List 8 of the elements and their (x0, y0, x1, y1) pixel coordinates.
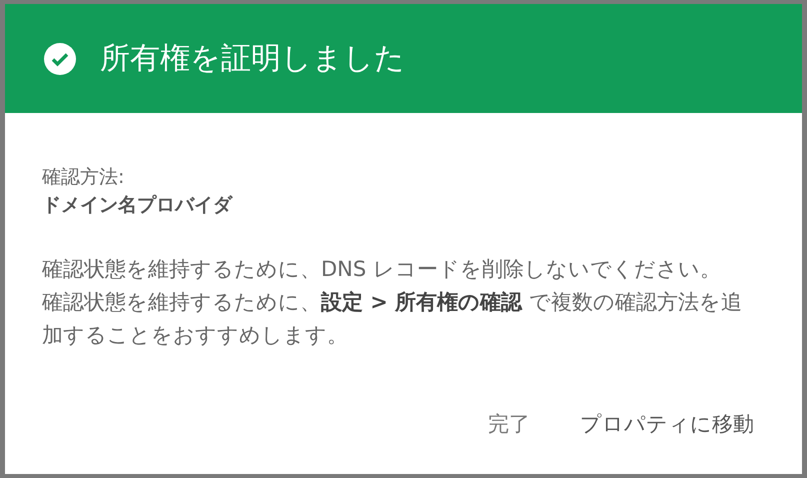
open-property-button[interactable]: プロパティに移動 (572, 404, 762, 444)
info-text: 確認状態を維持するために、設定 > 所有権の確認 で複数の確認方法を追加することをおすすめします。 (42, 289, 743, 349)
info-text: 確認状態を維持するために、DNS レコードを削除しないでください。 (42, 256, 722, 283)
method-value: ドメイン名プロバイダ (42, 193, 234, 218)
done-button[interactable]: 完了 (480, 404, 538, 444)
dialog-title: 所有権を証明しました (100, 40, 405, 78)
check-circle-icon (44, 42, 76, 74)
method-label: 確認方法: (42, 165, 126, 190)
